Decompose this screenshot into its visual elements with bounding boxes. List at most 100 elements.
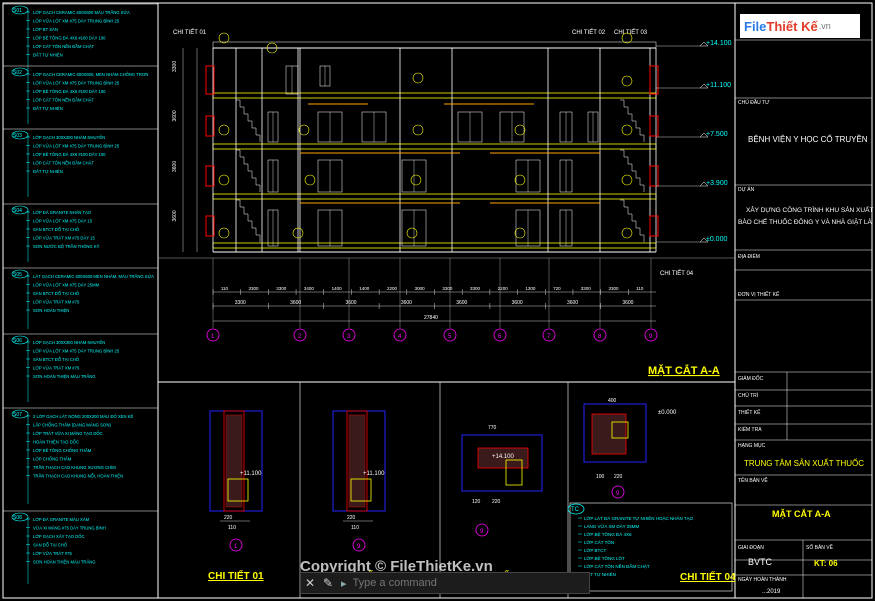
detail-dim-value: 400 xyxy=(608,398,617,404)
note-code: S01 xyxy=(13,8,22,14)
elevation-value: +7.500 xyxy=(706,131,728,138)
note-line: LỚP CÁT TÔN NỀN ĐẦM CHẶT xyxy=(33,98,95,103)
tb-project-label: DỰ ÁN xyxy=(738,186,755,193)
callout-tag xyxy=(412,124,424,136)
note-line: LỚP VỮA LÓT XM #75 DÀY 25MM xyxy=(33,283,100,288)
section-title: MẶT CẮT A-A xyxy=(648,364,720,377)
note-code: S04 xyxy=(13,208,22,214)
note-line: LỚP BÊ TÔNG CHỐNG THẤM xyxy=(33,448,92,453)
tb-item-label: HẠNG MỤC xyxy=(738,443,766,449)
note-line: LÁT GẠCH CERAMIC 600X600 MEN NHÁM, MÀU T… xyxy=(33,274,154,279)
detail-dim-value: 220 xyxy=(492,499,501,505)
dim-top-value: 1400 xyxy=(359,286,370,291)
walls xyxy=(205,48,659,252)
dim-total: 27840 xyxy=(424,315,438,321)
callout-tag xyxy=(621,124,633,136)
detail-dim-value: 120 xyxy=(472,499,481,505)
detail-axis-label: 9 xyxy=(480,529,484,535)
note-code: S02 xyxy=(13,70,22,76)
floor-slabs xyxy=(158,41,735,259)
wrench-icon[interactable]: ✎ xyxy=(319,576,337,590)
note-line: HOÀN THIỆN TẠO DỐC xyxy=(33,440,79,445)
note-line: LỚP VỮA LÓT XM #75 DÀY 15 xyxy=(33,219,93,224)
command-bar[interactable]: ✕ ✎ ▸ xyxy=(300,572,590,594)
tb-checker-label: KIỂM TRA xyxy=(738,426,762,433)
note-line: LỚP CHỐNG THẤM xyxy=(33,457,72,462)
end-wall xyxy=(649,165,659,187)
grid-label: 7 xyxy=(547,334,551,340)
elevation-value: +11.100 xyxy=(706,82,731,89)
note-code: S07 xyxy=(13,412,22,418)
tb-project-2: BÀO CHẾ THUỐC ĐÔNG Y VÀ NHÀ GIẶT LÀ xyxy=(738,216,873,226)
drawing-frame xyxy=(2,2,873,599)
tb-chief-label: CHỦ TRÌ xyxy=(738,392,759,399)
note-code: S05 xyxy=(13,272,22,278)
tb-designer-label: ĐƠN VỊ THIẾT KẾ xyxy=(738,291,780,298)
dim-top-value: 3300 xyxy=(276,286,287,291)
note-line: SƠN NƯỚC BỘ TRẦN THÔNG KỸ xyxy=(33,244,100,249)
detail-title: CHI TIẾT 01 xyxy=(208,569,264,582)
detail-level: +11.100 xyxy=(240,471,262,477)
tb-date-label: NGÀY HOÀN THÀNH xyxy=(738,576,787,583)
note-line: LỚP GẠCH 300X300 NHÁM NHUYỄN xyxy=(33,135,105,140)
detail-level: +14.100 xyxy=(492,454,515,460)
floor-slab-1 xyxy=(212,92,657,99)
cad-drawing[interactable]: S01 LỚP GẠCH CERAMIC 600X600 MÀU TRẮNG SỮ… xyxy=(0,0,875,601)
note-line: LỚP CÁT TÔN NỀN ĐẦM CHẶT xyxy=(33,44,95,49)
detail-dim-value: 220 xyxy=(614,474,623,480)
prompt-icon: ▸ xyxy=(341,577,347,590)
dim-mid-value: 3600 xyxy=(401,300,412,306)
tc-line: LỚP BÊ TÔNG ĐÁ 4X6 xyxy=(584,530,632,537)
command-input[interactable] xyxy=(350,576,545,590)
note-line: ĐẤT TỰ NHIÊN xyxy=(33,106,63,111)
end-wall xyxy=(649,215,659,237)
floor-dim: 3600 xyxy=(172,161,178,172)
callout-tag xyxy=(621,174,633,186)
note-line: SƠN HOÀN THIỆN xyxy=(33,308,69,313)
note-line: TRẦN THẠCH CAO KHUNG XƯƠNG CHÌM xyxy=(33,465,116,470)
tb-sheet: KT: 06 xyxy=(814,559,838,568)
tc-line: LỚP BTCT xyxy=(584,547,607,553)
grid-label: 9 xyxy=(649,334,653,340)
callout-tag xyxy=(218,174,230,186)
dim-top-value: 3300 xyxy=(442,286,453,291)
dim-top-value: 3300 xyxy=(608,286,619,291)
note-line: LỚP ĐÁ GRANITE MÀU XÁM xyxy=(33,517,90,522)
section-a-a: +14.100 +11.100 +7.500 +3.900 ±0.000 3300 360… xyxy=(158,29,735,377)
logo-part3: .vn xyxy=(818,21,831,31)
dim-mid-value: 3300 xyxy=(235,300,246,306)
callout-tag xyxy=(218,124,230,136)
callout-tag xyxy=(218,32,230,44)
dim-mid-value: 3600 xyxy=(456,300,467,306)
tc-line: LỚP BÊ TÔNG LÓT xyxy=(584,554,625,561)
title-block: CHỦ ĐẦU TƯ BỆNH VIỆN Y HỌC CỔ TRUYỀN DỰ ÁN… xyxy=(735,39,873,598)
close-icon[interactable]: ✕ xyxy=(301,576,319,590)
note-line: LỚP VỮA TRÁT XM #75 DÀY 15 xyxy=(33,236,95,241)
callout-tag xyxy=(621,75,633,87)
logo-part2: Thiết Kế xyxy=(766,18,818,34)
tb-owner: BỆNH VIỆN Y HỌC CỔ TRUYỀN xyxy=(748,134,868,144)
note-line: TRẦN THẠCH CAO KHUNG NỔI, HOÀN THIỆN xyxy=(33,474,123,479)
note-line: LỚP VỮA TRÁT XM #75 xyxy=(33,300,80,305)
note-line: SÀN BTCT ĐỔ TẠI CHỖ xyxy=(33,357,80,362)
note-line: SÀN BTCT ĐỔ TẠI CHỖ xyxy=(33,291,80,296)
note-line: LỚP GẠCH CERAMIC 600X600, MEN NHÁM CHỐNG… xyxy=(33,72,148,77)
detail-dim-value: 110 xyxy=(351,525,359,531)
detail-title: CHI TIẾT 04 xyxy=(680,570,736,583)
elevation-value: ±0.000 xyxy=(706,236,727,243)
section-label-4: CHI TIẾT 04 xyxy=(660,270,694,277)
detail-dim-value: 770 xyxy=(488,425,497,431)
detail-dim-value: 100 xyxy=(596,474,605,480)
end-wall xyxy=(649,115,659,137)
tb-director-label: GIÁM ĐỐC xyxy=(738,375,764,382)
note-line: LỚP BÊ TÔNG ĐÁ 4X6 #100 DÀY 100 xyxy=(33,152,106,157)
material-notes: S01 LỚP GẠCH CERAMIC 600X600 MÀU TRẮNG SỮ… xyxy=(3,3,158,584)
elevation-value: +14.100 xyxy=(706,40,732,47)
end-wall xyxy=(649,65,659,95)
note-line: LỚP TRÁT VỮA XI MĂNG TẠO DỐC xyxy=(33,431,103,436)
tc-line: LỚP CÁT TÔN xyxy=(584,539,614,545)
floor-dim: 3600 xyxy=(172,210,178,221)
grid-label: 4 xyxy=(398,334,402,340)
dim-top-value: 3400 xyxy=(304,286,315,291)
note-line: LỚP VỮA TRÁT XM #75 xyxy=(33,366,80,371)
